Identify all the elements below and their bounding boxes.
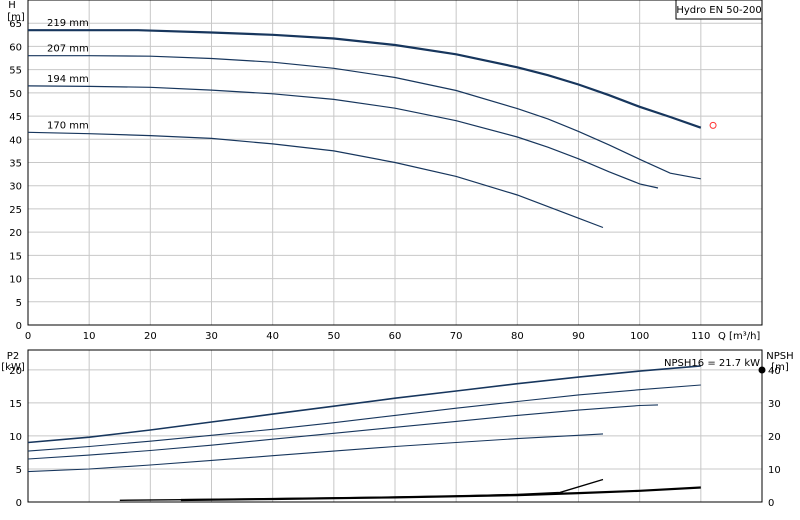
head-x-tick-label: 10	[83, 331, 96, 342]
head-y-tick-label: 20	[9, 228, 22, 239]
flow-axis-label: Q [m³/h]	[718, 331, 760, 342]
npsh-annotation: NPSH16 = 21.7 kW	[664, 358, 760, 369]
curve-label-194mm: 194 mm	[47, 74, 89, 85]
power-y-tick-label: 0	[16, 498, 22, 509]
head-x-tick-label: 30	[205, 331, 218, 342]
power-curves	[27, 365, 701, 473]
head-y-tick-label: 15	[9, 251, 22, 262]
head-y-ticks: 05101520253035404550556065	[9, 19, 22, 332]
npsh-y-ticks: 010203040	[768, 366, 781, 509]
power-y-tick-label: 10	[9, 432, 22, 443]
pump-title: Hydro EN 50-200	[676, 5, 761, 16]
npsh-curves	[119, 478, 701, 502]
power-y-tick-label: 15	[9, 399, 22, 410]
npsh-y-tick-label: 20	[768, 432, 781, 443]
head-y-tick-label: 0	[16, 321, 22, 332]
duty-point-marker	[709, 121, 717, 129]
head-x-tick-label: 80	[511, 331, 524, 342]
power-axis-unit: [kW]	[1, 362, 25, 373]
head-x-tick-label: 100	[630, 331, 649, 342]
head-x-tick-label: 20	[144, 331, 157, 342]
pump-curve-chart: 0 10 20 30 40 50 60 70 80 90 100 110 05101520253035…	[1, 0, 794, 509]
power-grid	[28, 350, 762, 502]
head-curve-207mm	[28, 55, 701, 180]
npsh-axis-unit: [m]	[771, 362, 789, 373]
head-y-tick-label: 10	[9, 275, 22, 286]
head-axis-unit: [m]	[7, 12, 25, 23]
npsh-y-tick-label: 0	[768, 498, 774, 509]
head-x-tick-label: 60	[389, 331, 402, 342]
head-curves	[27, 29, 702, 229]
head-curve-170mm	[27, 131, 604, 229]
head-x-tick-label: 50	[327, 331, 340, 342]
curve-label-170mm: 170 mm	[47, 120, 89, 131]
curve-labels: 219 mm 207 mm 194 mm 170 mm	[47, 18, 89, 131]
head-y-tick-label: 25	[9, 205, 22, 216]
head-y-tick-label: 55	[9, 66, 22, 77]
head-y-tick-label: 35	[9, 159, 22, 170]
head-x-ticks: 0 10 20 30 40 50 60 70 80 90 100 110	[25, 331, 711, 342]
head-curve-194mm	[27, 85, 659, 189]
head-x-tick-label: 0	[25, 331, 31, 342]
head-x-tick-label: 70	[450, 331, 463, 342]
power-npsh-chart: 05101520 010203040 P2 [kW] NPSH [m] NPSH…	[1, 349, 794, 509]
head-x-tick-label: 90	[572, 331, 585, 342]
head-x-tick-label: 110	[691, 331, 710, 342]
power-curve-1	[27, 365, 701, 444]
head-y-tick-label: 30	[9, 182, 22, 193]
head-curve-219mm	[28, 29, 702, 129]
power-y-ticks: 05101520	[9, 366, 22, 509]
curve-label-219mm: 219 mm	[47, 18, 89, 29]
power-y-tick-label: 5	[16, 465, 22, 476]
head-axis-label: H	[8, 0, 16, 11]
head-x-tick-label: 40	[266, 331, 279, 342]
power-axis-label: P2	[7, 351, 19, 362]
head-y-tick-label: 40	[9, 135, 22, 146]
curve-label-207mm: 207 mm	[47, 44, 89, 55]
head-y-tick-label: 45	[9, 112, 22, 123]
head-y-tick-label: 60	[9, 42, 22, 53]
head-y-tick-label: 50	[9, 89, 22, 100]
head-chart: 0 10 20 30 40 50 60 70 80 90 100 110 0 5 10 15 20 25 30 35…	[7, 0, 763, 342]
npsh-y-tick-label: 10	[768, 465, 781, 476]
npsh-y-tick-label: 30	[768, 399, 781, 410]
npsh-axis-label: NPSH	[766, 351, 793, 362]
power-curve-2	[27, 384, 701, 452]
npsh-curve-2	[180, 486, 701, 502]
head-y-tick-label: 5	[16, 298, 22, 309]
